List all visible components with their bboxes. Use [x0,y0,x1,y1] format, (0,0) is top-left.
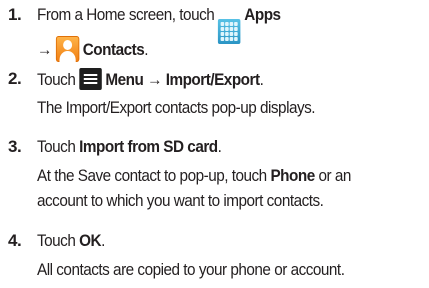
touch-text: Touch [37,231,76,250]
step-2-result: The Import/Export contacts pop-up displa… [37,97,316,119]
step-number: 3. [8,137,22,156]
step-2-line-1: Touch Menu → Import/Export. [37,68,264,91]
import-export-label: Import/Export [165,70,260,89]
period: . [259,70,264,89]
result-text: The Import/Export contacts pop-up displa… [37,98,316,117]
ok-label: OK [79,231,102,250]
arrow-icon: → [147,70,162,89]
touch-text: Touch [37,70,76,89]
period: . [101,231,105,250]
step-number: 2. [8,69,22,88]
step-number: 4. [8,231,22,250]
touch-text: Touch [37,137,76,156]
menu-icon [79,68,102,90]
step-3-note-line-1: At the Save contact to pop-up, touch Pho… [37,165,351,187]
step-3-line-1: Touch Import from SD card. [37,136,222,158]
period: . [217,137,222,156]
step-1-line-2: → Contacts. [37,36,149,62]
result-text: All contacts are copied to your phone or… [37,260,345,279]
import-from-sd-card-label: Import from SD card [79,137,218,156]
note-text: or an [318,166,352,185]
contacts-icon [55,36,79,62]
phone-option-label: Phone [270,166,315,185]
contacts-label: Contacts [82,40,145,59]
instruction-document: 1. From a Home screen, touch Apps → Cont… [0,0,429,288]
note-text: account to which you want to import cont… [37,191,324,210]
step-4-line-1: Touch OK. [37,230,105,252]
step-number: 1. [8,5,22,24]
apps-label: Apps [244,5,281,24]
step-text: From a Home screen, touch [37,5,215,24]
step-4-result: All contacts are copied to your phone or… [37,259,345,281]
note-text: At the Save contact to pop-up, touch [37,166,267,185]
menu-label: Menu [105,70,144,89]
arrow-icon: → [37,40,52,59]
period: . [144,40,149,59]
step-3-note-line-2: account to which you want to import cont… [37,190,324,212]
apps-grid-icon [218,19,241,44]
